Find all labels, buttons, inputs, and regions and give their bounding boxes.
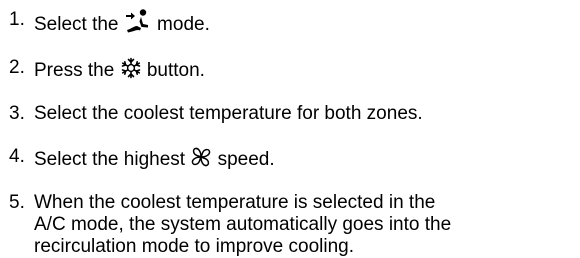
step-3: 3. Select the coolest temperature for bo… xyxy=(9,103,451,125)
instruction-list: 1. Select the mode. 2. Press the button.… xyxy=(9,9,451,258)
vent-mode-icon xyxy=(124,9,152,33)
step-text-line: A/C mode, the system automatically goes … xyxy=(34,214,452,235)
step-4: 4. Select the highest speed. xyxy=(9,146,451,171)
step-text-after: speed. xyxy=(212,149,275,170)
step-text-line: When the coolest temperature is selected… xyxy=(34,192,436,213)
step-text-after: mode. xyxy=(151,14,210,35)
step-number: 4. xyxy=(9,146,25,167)
fan-icon xyxy=(190,146,212,168)
step-text-line: recirculation mode to improve cooling. xyxy=(34,236,354,257)
step-text-before: Press the xyxy=(34,60,120,81)
ac-button-icon xyxy=(120,57,142,79)
step-text-after: button. xyxy=(141,60,205,81)
step-text-before: Select the highest xyxy=(34,149,191,170)
step-5: 5. When the coolest temperature is selec… xyxy=(9,192,451,258)
step-text: Select the coolest temperature for both … xyxy=(34,103,423,124)
step-number: 2. xyxy=(9,57,25,78)
step-2: 2. Press the button. xyxy=(9,57,451,82)
step-text-before: Select the xyxy=(34,14,124,35)
step-1: 1. Select the mode. xyxy=(9,9,451,36)
step-number: 3. xyxy=(9,103,25,124)
step-number: 5. xyxy=(9,192,25,213)
step-number: 1. xyxy=(9,9,25,30)
